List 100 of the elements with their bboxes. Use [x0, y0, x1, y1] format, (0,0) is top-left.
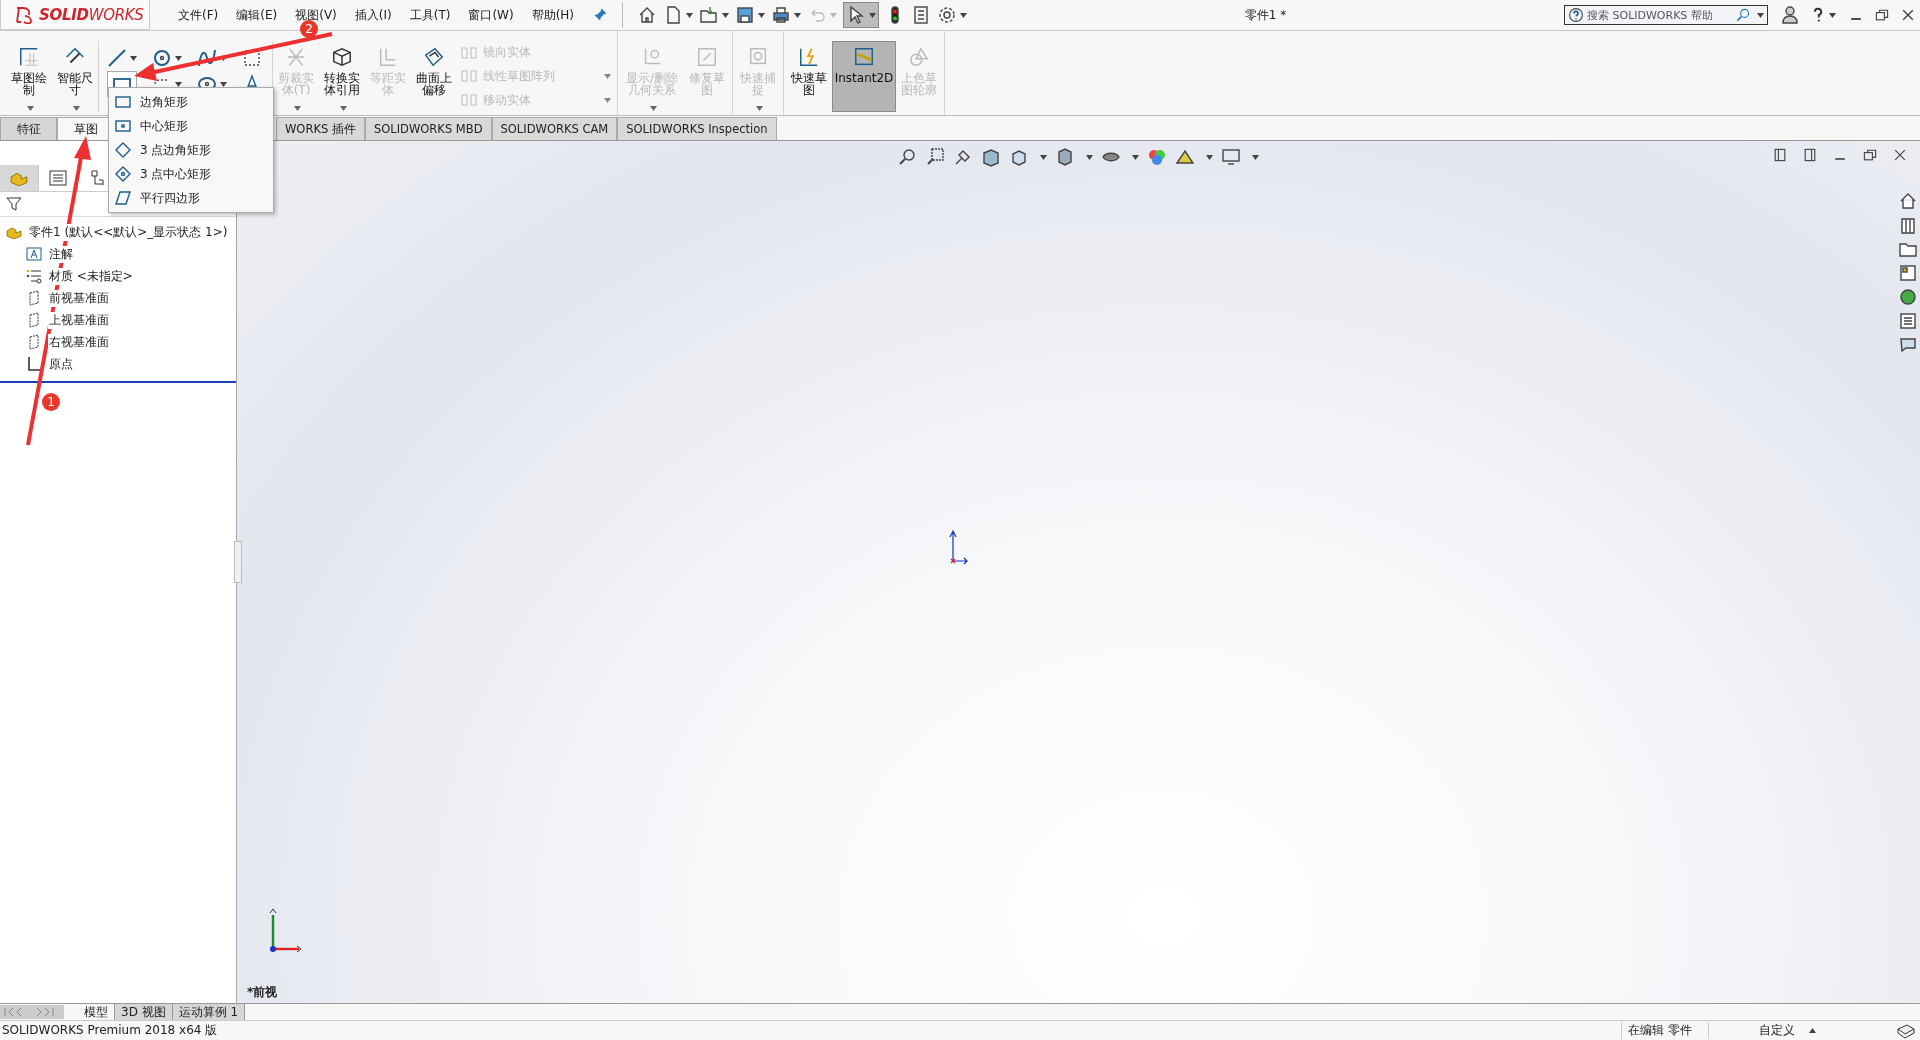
palette-icon[interactable]: [1898, 263, 1918, 283]
chat-icon[interactable]: [1896, 1022, 1916, 1039]
caret-icon[interactable]: [1086, 154, 1093, 160]
help-search-field[interactable]: 搜索 SOLIDWORKS 帮助: [1564, 5, 1768, 25]
zoom-fit-icon[interactable]: [897, 147, 917, 167]
line-icon[interactable]: [107, 48, 127, 68]
menu-item[interactable]: 工具(T): [409, 6, 451, 24]
appearance-icon[interactable]: [1898, 287, 1918, 307]
menu-item[interactable]: 编辑(E): [236, 6, 278, 24]
display-style-icon[interactable]: [1055, 147, 1075, 167]
origin-icon: [26, 356, 42, 372]
forum-icon[interactable]: [1898, 335, 1918, 355]
part-icon: [10, 170, 28, 186]
annotation-icon: [26, 246, 42, 262]
trim-icon: [285, 46, 307, 68]
spline-icon[interactable]: [197, 48, 217, 68]
menu-item[interactable]: 文件(F): [178, 6, 219, 24]
zoom-area-icon[interactable]: [925, 147, 945, 167]
parallelogram-icon: [114, 190, 132, 206]
close-icon[interactable]: [1892, 147, 1908, 163]
caret-icon[interactable]: [1252, 154, 1259, 160]
caret-icon[interactable]: [758, 12, 766, 18]
menu-item[interactable]: 插入(I): [354, 6, 392, 24]
ribbon-button[interactable]: 转换实体引用: [319, 41, 365, 112]
circle-icon[interactable]: [152, 48, 172, 68]
caret-icon[interactable]: [722, 12, 730, 18]
list-icon: [49, 170, 67, 186]
close-icon[interactable]: [1900, 7, 1916, 23]
print-icon[interactable]: [771, 5, 792, 25]
center-rectangle-icon: [114, 118, 132, 134]
rectangle-icon: [114, 94, 132, 110]
settings-icon[interactable]: [937, 5, 958, 25]
menu-item[interactable]: 边角矩形: [109, 90, 273, 114]
view-orientation-icon[interactable]: [1009, 147, 1029, 167]
tree-item[interactable]: 上视基准面: [48, 311, 110, 329]
caret-icon[interactable]: [1809, 1028, 1816, 1033]
ribbon-button[interactable]: 曲面上偏移: [411, 41, 457, 112]
tree-item[interactable]: 材质 <未指定>: [48, 267, 134, 285]
caret-icon[interactable]: [130, 55, 137, 61]
open-folder-icon[interactable]: [699, 5, 720, 25]
panel-right-icon[interactable]: [1802, 147, 1818, 163]
library-icon[interactable]: [1898, 215, 1918, 235]
tool-icon: [461, 69, 477, 84]
restore-icon[interactable]: [1874, 7, 1890, 23]
caret-icon[interactable]: [73, 106, 80, 111]
home-icon[interactable]: [1898, 191, 1918, 211]
cube-icon: [331, 46, 353, 68]
ribbon-button[interactable]: 草图绘制: [6, 41, 52, 112]
tree-item[interactable]: 右视基准面: [48, 333, 110, 351]
caret-icon[interactable]: [794, 12, 802, 18]
status-text: SOLIDWORKS Premium 2018 x64 版: [1, 1022, 218, 1039]
restore-icon[interactable]: [1862, 147, 1878, 163]
tab[interactable]: WORKS 插件: [276, 117, 365, 140]
tree-item[interactable]: 零件1 (默认<<默认>_显示状态 1>): [28, 223, 229, 241]
user-icon[interactable]: [1780, 5, 1800, 25]
caret-icon[interactable]: [1829, 12, 1836, 18]
status-text: 在编辑 零件: [1621, 1022, 1708, 1039]
search-icon[interactable]: [1735, 7, 1751, 23]
configuration-icon: [90, 170, 104, 186]
menu-item[interactable]: 帮助(H): [531, 6, 575, 24]
caret-icon[interactable]: [1040, 154, 1047, 160]
part-icon: [6, 225, 22, 239]
caret-icon[interactable]: [27, 106, 34, 111]
tree-item[interactable]: 前视基准面: [48, 289, 110, 307]
caret-icon[interactable]: [686, 12, 694, 18]
tab[interactable]: 特征: [0, 117, 57, 140]
caret-icon[interactable]: [340, 106, 347, 111]
pin-icon[interactable]: [592, 7, 609, 23]
graphics-area[interactable]: *前视: [237, 141, 1920, 1003]
caret-icon[interactable]: [1132, 154, 1139, 160]
units-selector[interactable]: 自定义: [1708, 1022, 1809, 1039]
app-logo[interactable]: SOLIDWORKS: [0, 0, 150, 30]
plane-icon: [26, 290, 42, 306]
monitor-icon[interactable]: [1221, 147, 1241, 167]
tab[interactable]: 3D 视图: [115, 1004, 173, 1020]
tab[interactable]: SOLIDWORKS MBD: [364, 117, 492, 140]
ribbon-button[interactable]: Instant2D: [832, 41, 896, 112]
save-icon[interactable]: [735, 5, 756, 25]
caret-icon[interactable]: [960, 12, 968, 18]
tab[interactable]: 运动算例 1: [172, 1004, 246, 1020]
section-view-icon[interactable]: [981, 147, 1001, 167]
caret-icon[interactable]: [1206, 154, 1213, 160]
tab[interactable]: SOLIDWORKS CAM: [491, 117, 618, 140]
help-icon[interactable]: [1568, 7, 1584, 23]
view-label: *前视: [247, 984, 278, 1001]
filter-icon[interactable]: [6, 196, 22, 212]
ribbon-button[interactable]: 快速草图: [786, 41, 832, 112]
caret-icon[interactable]: [1757, 12, 1764, 18]
splitter-handle[interactable]: [234, 541, 242, 583]
ribbon-button[interactable]: 智能尺寸: [52, 41, 98, 112]
tab[interactable]: SOLIDWORKS Inspection: [617, 117, 777, 140]
panel-left-icon[interactable]: [1772, 147, 1788, 163]
menu-item[interactable]: 窗口(W): [468, 6, 514, 24]
logo-text: SOLIDWORKS: [39, 5, 144, 24]
caret-icon[interactable]: [175, 55, 182, 61]
list-icon[interactable]: [1898, 311, 1918, 331]
tree-item[interactable]: 原点: [48, 355, 74, 373]
caret-icon[interactable]: [869, 12, 877, 18]
scene-icon[interactable]: [1175, 147, 1195, 167]
tree-item[interactable]: 注解: [48, 245, 74, 263]
